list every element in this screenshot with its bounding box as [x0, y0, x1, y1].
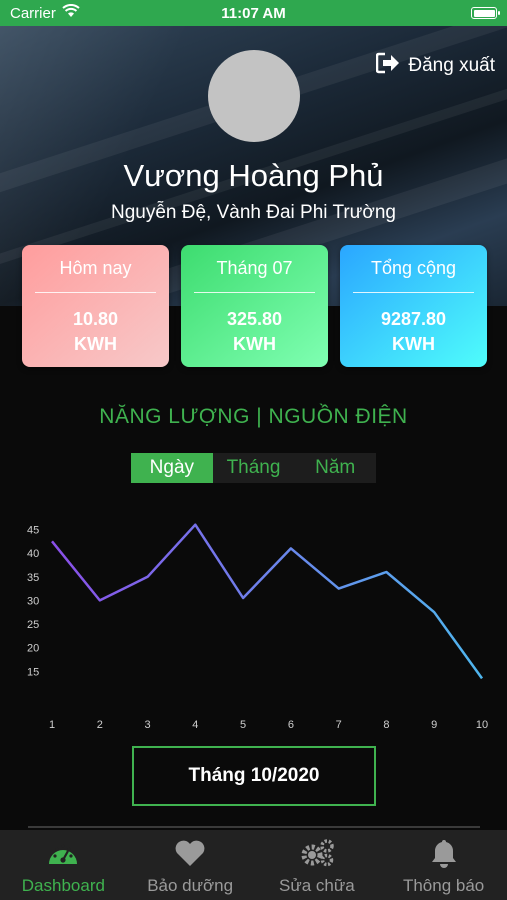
bell-icon [429, 838, 459, 868]
logout-icon [376, 52, 400, 80]
y-tick-label: 15 [27, 666, 39, 678]
month-label: Tháng 10/2020 [188, 765, 320, 786]
card-title: Hôm nay [59, 258, 132, 278]
gears-icon [299, 838, 335, 868]
section-title: NĂNG LƯỢNG | NGUỒN ĐIỆN [99, 405, 408, 428]
x-tick-label: 2 [97, 719, 103, 731]
x-tick-label: 4 [192, 719, 198, 731]
segment-year[interactable]: Năm [294, 453, 376, 483]
card-unit: KWH [74, 334, 117, 354]
status-bar: Carrier 11:07 AM [0, 0, 507, 26]
x-tick-label: 8 [383, 719, 389, 731]
x-tick-label: 6 [288, 719, 294, 731]
y-tick-label: 25 [27, 619, 39, 631]
period-segmented-control: Ngày Tháng Năm [131, 453, 376, 483]
speedometer-icon [46, 838, 80, 868]
card-total[interactable]: Tổng cộng 9287.80 KWH [340, 245, 487, 367]
tab-label: Bảo dưỡng [147, 876, 234, 895]
card-value: 9287.80 [380, 309, 447, 329]
x-tick-label: 3 [144, 719, 150, 731]
divider [35, 292, 156, 293]
battery-icon [471, 7, 500, 19]
tab-bar: Dashboard Bảo dưỡng Sửa chữa Thông báo [0, 830, 507, 900]
tab-label: Sửa chữa [279, 876, 355, 895]
tab-label: Dashboard [21, 876, 105, 895]
y-tick-label: 45 [27, 524, 39, 536]
avatar[interactable] [208, 50, 300, 142]
energy-line-chart: 15202530354045 1 2 3 4 5 6 7 8 9 10 [27, 523, 488, 731]
tab-notifications[interactable]: Thông báo [380, 830, 507, 900]
tab-repair[interactable]: Sửa chữa [254, 830, 381, 900]
divider [28, 826, 480, 828]
card-month[interactable]: Tháng 07 325.80 KWH [181, 245, 328, 367]
y-tick-label: 35 [27, 572, 39, 584]
card-unit: KWH [392, 334, 435, 354]
x-tick-label: 1 [49, 719, 55, 731]
user-address: Nguyễn Đệ, Vành Đai Phi Trường [111, 202, 396, 223]
heart-icon [174, 838, 206, 868]
card-value: 325.80 [226, 309, 283, 329]
divider [353, 292, 474, 293]
card-title: Tổng cộng [370, 258, 457, 278]
card-value: 10.80 [72, 309, 119, 329]
x-tick-label: 5 [240, 719, 246, 731]
wifi-icon [62, 4, 80, 22]
series-line [51, 523, 484, 680]
summary-cards: Hôm nay 10.80 KWH Tháng 07 325.80 KWH Tổ… [22, 245, 487, 367]
month-picker-button[interactable]: Tháng 10/2020 [132, 746, 376, 806]
y-tick-label: 40 [27, 548, 39, 560]
x-tick-label: 7 [336, 719, 342, 731]
logout-label: Đăng xuất [408, 55, 495, 76]
tab-dashboard[interactable]: Dashboard [0, 830, 127, 900]
y-tick-label: 20 [27, 643, 39, 655]
carrier-label: Carrier [10, 4, 56, 22]
segment-day[interactable]: Ngày [131, 453, 213, 483]
user-name: Vương Hoàng Phủ [123, 158, 384, 193]
x-tick-label: 9 [431, 719, 437, 731]
divider [194, 292, 315, 293]
segment-month[interactable]: Tháng [213, 453, 295, 483]
tab-label: Thông báo [402, 876, 485, 895]
card-title: Tháng 07 [216, 258, 293, 278]
logout-button[interactable]: Đăng xuất [376, 52, 495, 80]
card-unit: KWH [233, 334, 276, 354]
x-tick-label: 10 [476, 719, 488, 731]
card-today[interactable]: Hôm nay 10.80 KWH [22, 245, 169, 367]
tab-maintenance[interactable]: Bảo dưỡng [127, 830, 254, 900]
y-tick-label: 30 [27, 595, 39, 607]
